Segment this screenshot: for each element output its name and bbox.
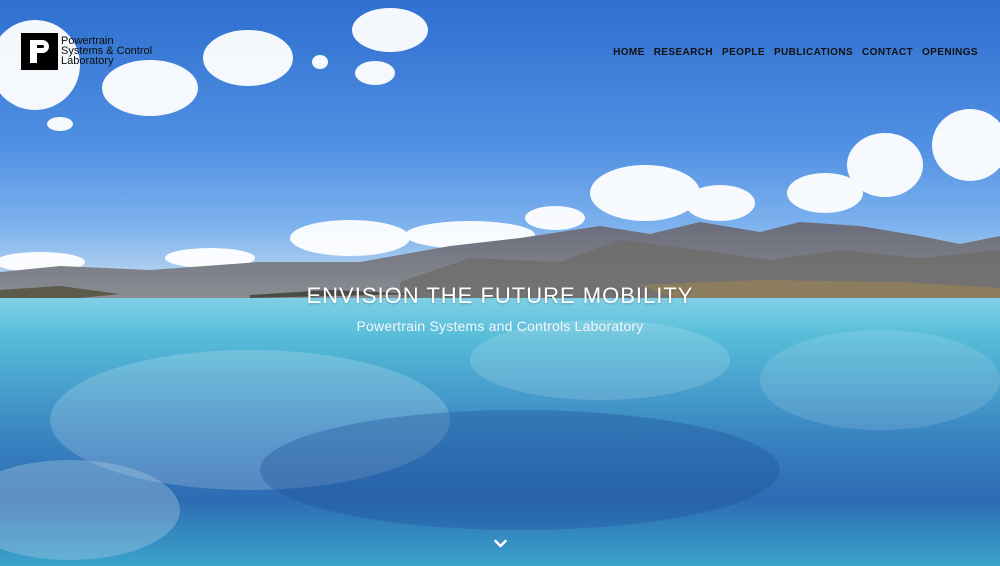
main-navigation: HOME RESEARCH PEOPLE PUBLICATIONS CONTAC… [613, 47, 978, 58]
site-header: Powertrain Systems & Control Laboratory … [0, 0, 1000, 100]
logo-line-3: Laboratory [61, 55, 114, 67]
hero-subheadline: Powertrain Systems and Controls Laborato… [356, 318, 644, 334]
nav-openings[interactable]: OPENINGS [922, 47, 978, 58]
nav-publications[interactable]: PUBLICATIONS [774, 47, 853, 58]
nav-home[interactable]: HOME [613, 47, 645, 58]
scroll-down-button[interactable] [493, 537, 508, 551]
nav-contact[interactable]: CONTACT [862, 47, 913, 58]
logo-wordmark: Powertrain Systems & Control Laboratory [61, 36, 152, 67]
hero-headline: ENVISION THE FUTURE MOBILITY [306, 283, 694, 308]
chevron-down-icon [494, 539, 507, 548]
nav-research[interactable]: RESEARCH [654, 47, 713, 58]
site-logo[interactable]: Powertrain Systems & Control Laboratory [21, 33, 152, 70]
logo-p-icon [21, 33, 58, 70]
nav-people[interactable]: PEOPLE [722, 47, 765, 58]
